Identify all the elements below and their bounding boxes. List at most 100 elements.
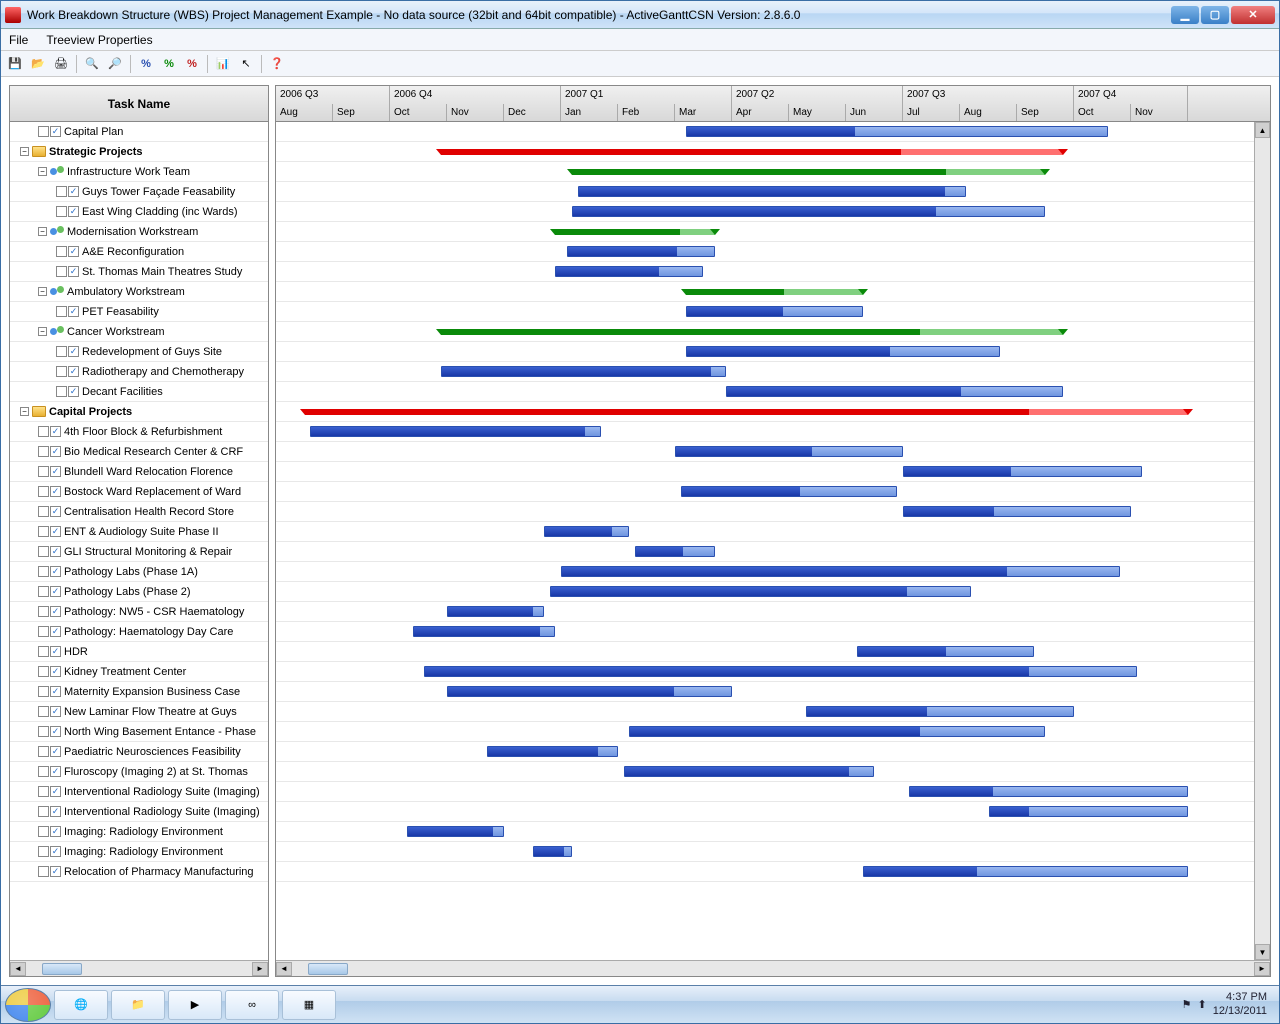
task-bar[interactable] <box>635 546 715 557</box>
task-bar[interactable] <box>857 646 1034 657</box>
help-icon[interactable]: ❓ <box>267 54 287 74</box>
task-bar[interactable] <box>686 306 863 317</box>
tree-row[interactable]: ✓St. Thomas Main Theatres Study <box>10 262 268 282</box>
tray-flag-icon[interactable]: ⚑ <box>1182 998 1192 1011</box>
task-bar[interactable] <box>686 126 1108 137</box>
checkbox-icon[interactable] <box>38 426 49 437</box>
checkbox-icon[interactable] <box>38 706 49 717</box>
tree-row[interactable]: ✓Kidney Treatment Center <box>10 662 268 682</box>
task-bar[interactable] <box>806 706 1074 717</box>
summary-bar[interactable] <box>441 329 1062 335</box>
tree-row[interactable]: −Cancer Workstream <box>10 322 268 342</box>
pointer-icon[interactable]: ↖ <box>236 54 256 74</box>
task-bar[interactable] <box>533 846 573 857</box>
summary-bar[interactable] <box>686 289 863 295</box>
task-bar[interactable] <box>909 786 1188 797</box>
maximize-button[interactable]: ▢ <box>1201 6 1229 24</box>
tree-row[interactable]: ✓North Wing Basement Entance - Phase <box>10 722 268 742</box>
tree-row[interactable]: ✓Fluroscopy (Imaging 2) at St. Thomas <box>10 762 268 782</box>
tree-row[interactable]: ✓HDR <box>10 642 268 662</box>
gantt-h-scrollbar[interactable]: ◄► <box>276 960 1270 976</box>
checkbox-icon[interactable] <box>38 646 49 657</box>
checkbox-icon[interactable] <box>56 186 67 197</box>
tray-shield-icon[interactable]: ⬆ <box>1198 998 1207 1011</box>
taskbar-vs-icon[interactable]: ∞ <box>225 990 279 1020</box>
tree-row[interactable]: ✓Paediatric Neurosciences Feasibility <box>10 742 268 762</box>
checkbox-icon[interactable] <box>38 746 49 757</box>
tree-row[interactable]: ✓Maternity Expansion Business Case <box>10 682 268 702</box>
task-bar[interactable] <box>726 386 1062 397</box>
checkbox-icon[interactable] <box>38 726 49 737</box>
start-button[interactable] <box>5 988 51 1022</box>
percent-blue-icon[interactable]: % <box>136 54 156 74</box>
tree-row[interactable]: −Strategic Projects <box>10 142 268 162</box>
collapse-icon[interactable]: − <box>20 147 29 156</box>
task-bar[interactable] <box>555 266 703 277</box>
menu-file[interactable]: File <box>9 33 28 47</box>
collapse-icon[interactable]: − <box>38 327 47 336</box>
tree-row[interactable]: ✓Relocation of Pharmacy Manufacturing <box>10 862 268 882</box>
tree-row[interactable]: ✓GLI Structural Monitoring & Repair <box>10 542 268 562</box>
tree-row[interactable]: ✓4th Floor Block & Refurbishment <box>10 422 268 442</box>
task-bar[interactable] <box>624 766 875 777</box>
minimize-button[interactable]: ▁ <box>1171 6 1199 24</box>
percent-green-icon[interactable]: % <box>159 54 179 74</box>
tree-row[interactable]: ✓Pathology Labs (Phase 2) <box>10 582 268 602</box>
save-icon[interactable]: 💾 <box>5 54 25 74</box>
task-bar[interactable] <box>447 606 544 617</box>
task-bar[interactable] <box>413 626 556 637</box>
task-bar[interactable] <box>903 506 1131 517</box>
tree-row[interactable]: ✓Bostock Ward Replacement of Ward <box>10 482 268 502</box>
system-tray[interactable]: ⚑ ⬆ 4:37 PM 12/13/2011 <box>1182 991 1275 1017</box>
task-bar[interactable] <box>550 586 972 597</box>
checkbox-icon[interactable] <box>38 126 49 137</box>
task-bar[interactable] <box>675 446 903 457</box>
task-bar[interactable] <box>310 426 601 437</box>
checkbox-icon[interactable] <box>38 606 49 617</box>
task-bar[interactable] <box>567 246 715 257</box>
percent-red-icon[interactable]: % <box>182 54 202 74</box>
task-bar[interactable] <box>681 486 898 497</box>
taskbar-explorer-icon[interactable]: 📁 <box>111 990 165 1020</box>
tree-row[interactable]: ✓Interventional Radiology Suite (Imaging… <box>10 802 268 822</box>
gantt-v-scrollbar[interactable]: ▲▼ <box>1254 122 1270 960</box>
task-bar[interactable] <box>487 746 618 757</box>
task-bar[interactable] <box>441 366 726 377</box>
taskbar-ie-icon[interactable]: 🌐 <box>54 990 108 1020</box>
task-bar[interactable] <box>989 806 1189 817</box>
checkbox-icon[interactable] <box>56 346 67 357</box>
task-bar[interactable] <box>578 186 966 197</box>
tree-row[interactable]: −Infrastructure Work Team <box>10 162 268 182</box>
checkbox-icon[interactable] <box>38 826 49 837</box>
zoom-out-icon[interactable]: 🔎 <box>105 54 125 74</box>
task-bar[interactable] <box>407 826 504 837</box>
zoom-in-icon[interactable]: 🔍 <box>82 54 102 74</box>
collapse-icon[interactable]: − <box>38 287 47 296</box>
tree-row[interactable]: ✓Pathology: NW5 - CSR Haematology <box>10 602 268 622</box>
tree-row[interactable]: −Ambulatory Workstream <box>10 282 268 302</box>
tree-row[interactable]: ✓Redevelopment of Guys Site <box>10 342 268 362</box>
tree-h-scrollbar[interactable]: ◄► <box>10 960 268 976</box>
checkbox-icon[interactable] <box>38 686 49 697</box>
task-bar[interactable] <box>424 666 1137 677</box>
taskbar-app-icon[interactable]: ▦ <box>282 990 336 1020</box>
tree-row[interactable]: ✓Imaging: Radiology Environment <box>10 822 268 842</box>
tree-row[interactable]: ✓New Laminar Flow Theatre at Guys <box>10 702 268 722</box>
checkbox-icon[interactable] <box>38 806 49 817</box>
menu-treeview-properties[interactable]: Treeview Properties <box>46 33 152 47</box>
open-folder-icon[interactable]: 📂 <box>28 54 48 74</box>
summary-bar[interactable] <box>441 149 1062 155</box>
checkbox-icon[interactable] <box>38 466 49 477</box>
taskbar-media-icon[interactable]: ▶ <box>168 990 222 1020</box>
checkbox-icon[interactable] <box>38 566 49 577</box>
tree-row[interactable]: ✓Pathology Labs (Phase 1A) <box>10 562 268 582</box>
chart-icon[interactable]: 📊 <box>213 54 233 74</box>
checkbox-icon[interactable] <box>38 866 49 877</box>
close-button[interactable]: ✕ <box>1231 6 1275 24</box>
tree-row[interactable]: ✓Centralisation Health Record Store <box>10 502 268 522</box>
tree-row[interactable]: ✓East Wing Cladding (inc Wards) <box>10 202 268 222</box>
collapse-icon[interactable]: − <box>20 407 29 416</box>
task-bar[interactable] <box>544 526 630 537</box>
checkbox-icon[interactable] <box>38 486 49 497</box>
tree-row[interactable]: ✓Bio Medical Research Center & CRF <box>10 442 268 462</box>
